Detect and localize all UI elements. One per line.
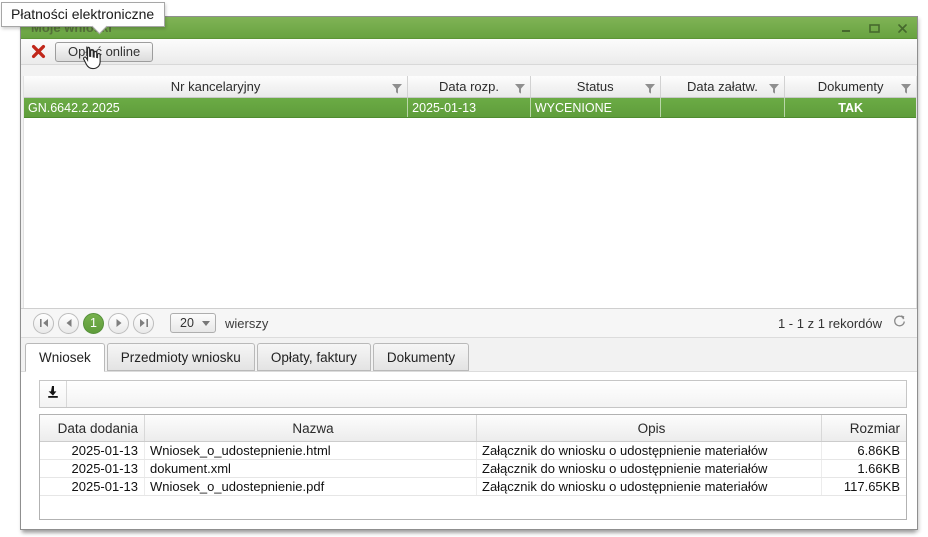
table-row[interactable]: 2025-01-13 dokument.xml Załącznik do wni… [40, 460, 906, 478]
doc-column-opis[interactable]: Opis [477, 415, 822, 441]
column-header-data-zalatw[interactable]: Data załatw. [661, 76, 786, 97]
page-size-label: wierszy [225, 316, 268, 331]
doc-cell-size: 1.66KB [822, 460, 906, 477]
cell-dokumenty: TAK [785, 98, 916, 117]
doc-cell-date: 2025-01-13 [40, 460, 145, 477]
cell-status: WYCENIONE [531, 98, 661, 117]
table-row[interactable]: 2025-01-13 Wniosek_o_udostepnienie.html … [40, 442, 906, 460]
doc-cell-name: Wniosek_o_udostepnienie.pdf [145, 478, 477, 495]
cell-data-zalatw [661, 98, 786, 117]
filter-icon[interactable] [515, 82, 525, 97]
filter-icon[interactable] [901, 82, 911, 97]
filter-icon[interactable] [645, 82, 655, 97]
doc-cell-description: Załącznik do wniosku o udostępnienie mat… [477, 460, 822, 477]
doc-column-rozmiar[interactable]: Rozmiar [822, 415, 906, 441]
doc-cell-size: 6.86KB [822, 442, 906, 459]
doc-cell-name: Wniosek_o_udostepnienie.html [145, 442, 477, 459]
maximize-icon[interactable] [867, 21, 881, 35]
toolbar: Opłać online [21, 39, 917, 65]
prev-page-button[interactable] [58, 313, 79, 334]
table-row-selected[interactable]: GN.6642.2.2025 2025-01-13 WYCENIONE TAK [24, 98, 916, 118]
tab-panel-wniosek: Data dodania Nazwa Opis Rozmiar 2025-01-… [21, 371, 917, 529]
chevron-down-icon [202, 321, 210, 326]
tab-dokumenty[interactable]: Dokumenty [373, 343, 469, 371]
doc-cell-name: dokument.xml [145, 460, 477, 477]
first-page-button[interactable] [33, 313, 54, 334]
tooltip: Płatności elektroniczne [1, 2, 165, 27]
doc-cell-description: Załącznik do wniosku o udostępnienie mat… [477, 478, 822, 495]
minimize-icon[interactable] [839, 21, 853, 35]
grid-header: Nr kancelaryjny Data rozp. Status Data z… [24, 76, 916, 98]
close-view-icon[interactable] [31, 44, 46, 59]
tab-przedmioty-wniosku[interactable]: Przedmioty wniosku [107, 343, 255, 371]
filter-icon[interactable] [392, 82, 402, 97]
refresh-icon[interactable] [892, 314, 907, 332]
doc-cell-date: 2025-01-13 [40, 478, 145, 495]
column-header-nr-kancelaryjny[interactable]: Nr kancelaryjny [24, 76, 408, 97]
doc-cell-size: 117.65KB [822, 478, 906, 495]
requests-grid: Nr kancelaryjny Data rozp. Status Data z… [23, 76, 917, 308]
tab-bar: Wniosek Przedmioty wniosku Opłaty, faktu… [25, 343, 471, 372]
tab-oplaty-faktury[interactable]: Opłaty, faktury [257, 343, 371, 371]
close-icon[interactable] [895, 21, 909, 35]
page-size-value: 20 [180, 316, 194, 330]
download-icon [46, 385, 60, 404]
column-header-dokumenty[interactable]: Dokumenty [785, 76, 916, 97]
table-row[interactable]: 2025-01-13 Wniosek_o_udostepnienie.pdf Z… [40, 478, 906, 496]
column-header-data-rozp[interactable]: Data rozp. [408, 76, 531, 97]
doc-cell-date: 2025-01-13 [40, 442, 145, 459]
download-button[interactable] [40, 381, 67, 407]
column-header-status[interactable]: Status [531, 76, 661, 97]
doc-column-data-dodania[interactable]: Data dodania [40, 415, 145, 441]
tab-wniosek[interactable]: Wniosek [25, 343, 105, 372]
records-info: 1 - 1 z 1 rekordów [778, 316, 882, 331]
filter-icon[interactable] [769, 82, 779, 97]
doc-cell-description: Załącznik do wniosku o udostępnienie mat… [477, 442, 822, 459]
mouse-cursor-icon [79, 45, 105, 76]
current-page-button[interactable]: 1 [83, 313, 104, 334]
tooltip-text: Płatności elektroniczne [11, 6, 154, 22]
cell-nr-kancelaryjny: GN.6642.2.2025 [24, 98, 408, 117]
documents-table: Data dodania Nazwa Opis Rozmiar 2025-01-… [39, 414, 907, 520]
documents-table-header: Data dodania Nazwa Opis Rozmiar [40, 415, 906, 442]
next-page-button[interactable] [108, 313, 129, 334]
page-size-dropdown[interactable]: 20 [170, 313, 216, 333]
cell-data-rozp: 2025-01-13 [408, 98, 531, 117]
app-window: Moje wnioski Opłać online Nr kanc [20, 16, 918, 530]
doc-column-nazwa[interactable]: Nazwa [145, 415, 477, 441]
documents-toolbar [39, 380, 907, 408]
pager-bar: 1 20 wierszy 1 - 1 z 1 rekordów [21, 308, 917, 338]
last-page-button[interactable] [133, 313, 154, 334]
